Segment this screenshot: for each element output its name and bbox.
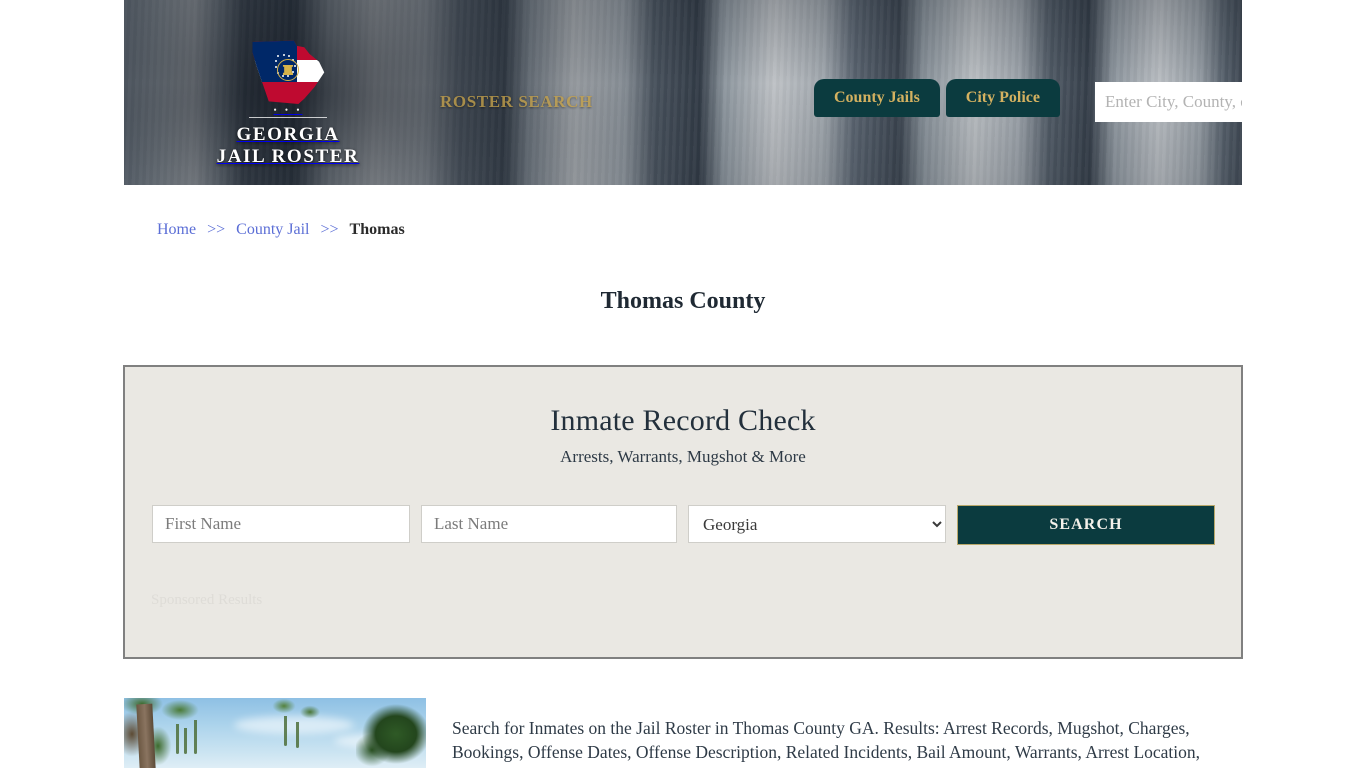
page-title: Thomas County [600,288,766,315]
inmate-record-check-panel: Inmate Record Check Arrests, Warrants, M… [123,365,1243,659]
state-select[interactable]: GeorgiaAlabamaFloridaSouth CarolinaTenne… [688,505,946,543]
breadcrumb-separator: >> [207,221,226,238]
logo-dots: • • • [273,105,303,115]
breadcrumb-item-home[interactable]: Home [157,221,196,238]
header-search-input[interactable] [1095,82,1242,122]
page-description: Search for Inmates on the Jail Roster in… [452,717,1201,768]
content-section: Search for Inmates on the Jail Roster in… [124,698,1244,768]
last-name-input[interactable] [421,505,677,543]
logo-divider [249,117,327,118]
page-root: • • • GEORGIA JAIL ROSTER ROSTER SEARCH … [0,0,1366,768]
breadcrumb: Home >> County Jail >> Thomas [157,221,405,239]
logo-line-2: JAIL ROSTER [216,146,360,167]
county-photo [124,698,426,768]
breadcrumb-separator: >> [320,221,339,238]
first-name-input[interactable] [152,505,410,543]
header-search-group [1095,82,1242,122]
flag-seal-icon [277,58,299,81]
nav-county-jails-button[interactable]: County Jails [814,79,940,118]
breadcrumb-item-current: Thomas [349,221,405,238]
nav-city-police-button[interactable]: City Police [945,79,1060,118]
breadcrumb-item-county-jail[interactable]: County Jail [236,221,309,238]
logo-line-1: GEORGIA [236,124,340,145]
roster-search-watermark: ROSTER SEARCH [440,92,593,111]
georgia-state-flag-icon [251,38,325,104]
site-logo[interactable]: • • • GEORGIA JAIL ROSTER [188,38,388,168]
inmate-search-button[interactable]: SEARCH [957,505,1215,545]
site-header: • • • GEORGIA JAIL ROSTER ROSTER SEARCH … [124,0,1242,185]
sponsored-results-label: Sponsored Results [151,592,263,608]
inmate-search-form: GeorgiaAlabamaFloridaSouth CarolinaTenne… [152,505,1215,545]
inmate-record-check-title: Inmate Record Check [550,404,816,437]
header-nav: County Jails City Police [814,79,1060,118]
inmate-record-check-subtitle: Arrests, Warrants, Mugshot & More [560,447,806,466]
